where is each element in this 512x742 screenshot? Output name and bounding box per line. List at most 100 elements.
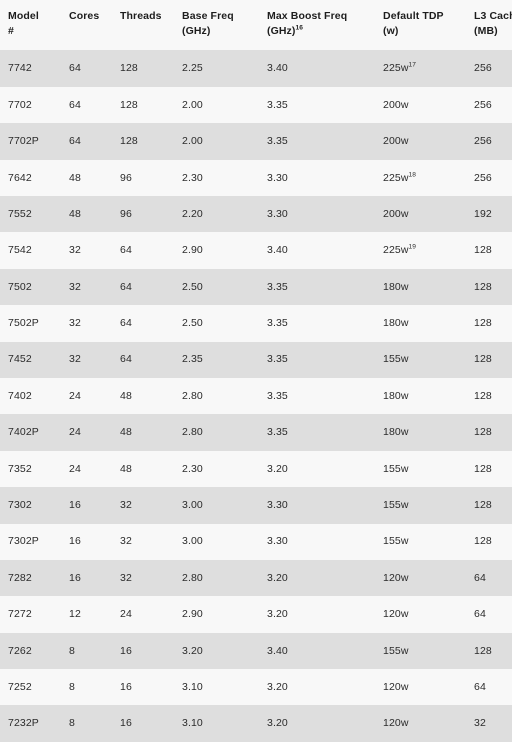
cell-threads-text: 96 [120, 207, 132, 220]
column-header-line-2-text: (w) [383, 25, 399, 38]
cell-base-freq: 2.30 [174, 450, 259, 488]
cell-cores-text: 64 [69, 62, 81, 75]
cell-cores: 8 [61, 705, 112, 742]
cell-max-boost-freq: 3.35 [259, 377, 375, 415]
column-header-line-1: Threads [120, 10, 162, 22]
cell-model-text: 7702P [8, 135, 39, 148]
cell-cores-text: 8 [69, 644, 75, 657]
cell-cores: 16 [61, 487, 112, 524]
cell-max-boost-freq: 3.20 [259, 559, 375, 597]
cell-threads: 96 [112, 159, 174, 196]
cell-l3-cache-text: 128 [474, 244, 492, 257]
cell-threads: 48 [112, 450, 174, 488]
cell-cores-text: 32 [69, 280, 81, 293]
cell-max-boost-freq: 3.20 [259, 450, 375, 488]
cell-cores: 12 [61, 596, 112, 633]
cell-base-freq: 3.00 [174, 523, 259, 560]
cell-base-freq-text: 2.50 [182, 280, 203, 293]
cell-model-text: 7402P [8, 426, 39, 439]
cell-base-freq: 2.50 [174, 268, 259, 306]
cell-max-boost-freq-text: 3.20 [267, 571, 288, 584]
cell-model: 7702 [0, 86, 61, 124]
cell-model-text: 7502P [8, 317, 39, 330]
table-row: 740224482.803.35180w128$1,783 [0, 377, 512, 415]
cell-default-tdp: 155w [375, 523, 466, 560]
cell-model: 7232P [0, 705, 61, 742]
table-row: 745232642.353.35155w128$2,025 [0, 341, 512, 378]
column-header-model: Model # [0, 0, 61, 51]
table-row: 7232P8163.103.20120w32$450 [0, 705, 512, 742]
cell-max-boost-freq-text: 3.35 [267, 98, 288, 111]
cell-default-tdp-text: 155w [383, 462, 409, 475]
cell-base-freq: 2.35 [174, 341, 259, 378]
cell-base-freq: 2.80 [174, 559, 259, 597]
cell-max-boost-freq-text: 3.35 [267, 280, 288, 293]
cell-cores: 24 [61, 414, 112, 451]
column-header-default-tdp: Default TDP (w) [375, 0, 466, 51]
cell-base-freq: 2.50 [174, 305, 259, 342]
cell-max-boost-freq: 3.30 [259, 523, 375, 560]
column-header-max-boost-freq: Max Boost Freq (GHz)16 [259, 0, 375, 51]
cell-default-tdp-text: 225w [383, 62, 409, 75]
cell-threads-text: 32 [120, 499, 132, 512]
cell-threads-text: 64 [120, 280, 132, 293]
cell-l3-cache: 64 [466, 669, 512, 706]
footnote-marker: 16 [295, 24, 304, 32]
cell-model: 7502P [0, 305, 61, 342]
cell-base-freq-text: 2.90 [182, 244, 203, 257]
cell-cores-text: 48 [69, 207, 81, 220]
column-header-base-freq: Base Freq (GHz) [174, 0, 259, 51]
cell-threads-text: 48 [120, 462, 132, 475]
cell-threads: 16 [112, 669, 174, 706]
cell-threads: 128 [112, 123, 174, 160]
cell-threads: 64 [112, 341, 174, 378]
cell-cores-text: 16 [69, 571, 81, 584]
cell-default-tdp: 155w [375, 632, 466, 670]
table-row: 7702P641282.003.35200w256$4,425 [0, 123, 512, 160]
cell-threads-text: 16 [120, 644, 132, 657]
column-header-line-1: Model [8, 10, 39, 22]
cell-default-tdp: 120w [375, 596, 466, 633]
cell-model-text: 7302 [8, 499, 32, 512]
cell-max-boost-freq-text: 3.40 [267, 244, 288, 257]
cell-cores-text: 24 [69, 426, 81, 439]
cell-base-freq: 3.20 [174, 632, 259, 670]
cell-default-tdp: 200w [375, 123, 466, 160]
cell-max-boost-freq: 3.35 [259, 123, 375, 160]
cell-default-tdp-text: 120w [383, 608, 409, 621]
cell-l3-cache: 192 [466, 196, 512, 233]
cell-threads-text: 32 [120, 571, 132, 584]
cell-cores: 64 [61, 123, 112, 160]
cell-model: 7642 [0, 159, 61, 196]
cell-model: 7252 [0, 669, 61, 706]
cell-threads: 128 [112, 86, 174, 124]
cell-threads-text: 64 [120, 317, 132, 330]
cell-default-tdp-text: 155w [383, 353, 409, 366]
cell-max-boost-freq-text: 3.35 [267, 353, 288, 366]
cell-max-boost-freq: 3.40 [259, 632, 375, 670]
cell-default-tdp-text: 180w [383, 280, 409, 293]
cell-base-freq: 3.10 [174, 705, 259, 742]
table-row: 728216322.803.20120w64$650 [0, 559, 512, 597]
cell-default-tdp: 120w [375, 559, 466, 597]
cell-base-freq-text: 3.10 [182, 717, 203, 730]
cell-l3-cache: 128 [466, 450, 512, 488]
table-body: 7742641282.253.40225w17256$6,95077026412… [0, 50, 512, 742]
cell-base-freq-text: 2.80 [182, 426, 203, 439]
cell-default-tdp: 120w [375, 705, 466, 742]
cell-max-boost-freq-text: 3.35 [267, 317, 288, 330]
cell-l3-cache-text: 64 [474, 680, 486, 693]
cell-max-boost-freq: 3.35 [259, 86, 375, 124]
table-row: 754232642.903.40225w19128$3,400 [0, 232, 512, 269]
cell-model-text: 7702 [8, 98, 32, 111]
cell-model: 7352 [0, 450, 61, 488]
cell-base-freq: 2.90 [174, 232, 259, 269]
cell-max-boost-freq-text: 3.35 [267, 135, 288, 148]
cell-model: 7282 [0, 559, 61, 597]
cell-cores: 64 [61, 50, 112, 87]
cell-default-tdp: 200w [375, 86, 466, 124]
cell-max-boost-freq: 3.20 [259, 596, 375, 633]
column-header-line-2: (MB) [474, 24, 512, 39]
cell-default-tdp: 180w [375, 268, 466, 306]
cell-l3-cache: 128 [466, 487, 512, 524]
